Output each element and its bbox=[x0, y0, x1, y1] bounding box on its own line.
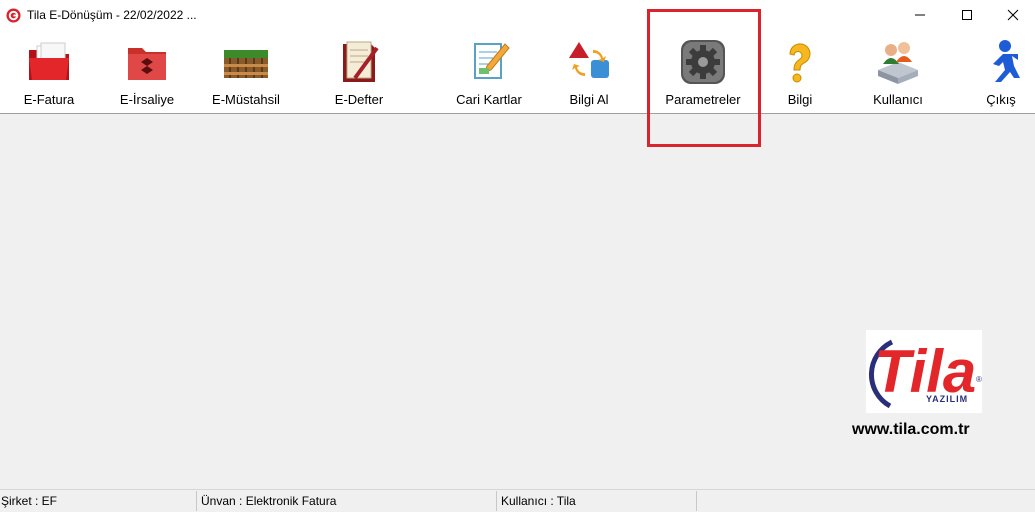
shapes-sync-icon bbox=[569, 42, 609, 78]
app-logo-icon bbox=[6, 8, 21, 23]
ledger-book-icon bbox=[343, 41, 379, 82]
red-folder-icon bbox=[29, 42, 69, 80]
toolbar-label: Çıkış bbox=[986, 92, 1016, 107]
toolbar-label: Kullanıcı bbox=[873, 92, 923, 107]
question-mark-icon bbox=[789, 43, 811, 83]
close-icon bbox=[1007, 9, 1019, 21]
maximize-icon bbox=[962, 10, 972, 20]
toolbar-label: E-Defter bbox=[334, 92, 384, 107]
logo-subtitle: YAZILIM bbox=[926, 394, 969, 404]
toolbar-button-e-defter[interactable]: E-Defter bbox=[304, 30, 414, 113]
toolbar-button-bilgi[interactable]: Bilgi bbox=[745, 30, 855, 113]
toolbar-label: E-İrsaliye bbox=[119, 92, 175, 107]
status-separator bbox=[696, 491, 697, 511]
toolbar-button-e-fatura[interactable]: E-Fatura bbox=[0, 30, 104, 113]
red-dropbox-folder-icon bbox=[128, 48, 166, 80]
status-bar: Şirket : EF Ünvan : Elektronik Fatura Ku… bbox=[0, 489, 1035, 512]
toolbar-button-cari-kartlar[interactable]: Cari Kartlar bbox=[434, 30, 544, 113]
highlight-box bbox=[647, 9, 761, 147]
status-company: Şirket : EF bbox=[1, 494, 58, 508]
running-man-icon bbox=[993, 40, 1020, 82]
main-toolbar: E-Fatura E-İrsaliye E-Müstahsil E-Defter bbox=[0, 30, 1035, 114]
farm-fence-icon bbox=[224, 50, 268, 78]
status-user: Kullanıcı : Tila bbox=[501, 494, 576, 508]
close-button[interactable] bbox=[990, 0, 1035, 30]
status-title: Ünvan : Elektronik Fatura bbox=[201, 494, 337, 508]
toolbar-label: Cari Kartlar bbox=[456, 92, 522, 107]
title-bar: Tila E-Dönüşüm - 22/02/2022 ... bbox=[0, 0, 1035, 30]
window-title: Tila E-Dönüşüm - 22/02/2022 ... bbox=[27, 8, 197, 22]
toolbar-button-bilgi-al[interactable]: Bilgi Al bbox=[534, 30, 644, 113]
website-link[interactable]: www.tila.com.tr bbox=[852, 421, 970, 439]
toolbar-button-cikis[interactable]: Çıkış bbox=[946, 30, 1035, 113]
toolbar-label: Bilgi bbox=[787, 92, 813, 107]
toolbar-label: E-Müstahsil bbox=[212, 92, 280, 107]
users-icon bbox=[878, 42, 918, 84]
toolbar-label: E-Fatura bbox=[23, 92, 75, 107]
status-separator bbox=[496, 491, 497, 511]
edit-document-icon bbox=[474, 43, 510, 79]
svg-text:®: ® bbox=[976, 375, 982, 384]
toolbar-button-e-irsaliye[interactable]: E-İrsaliye bbox=[92, 30, 202, 113]
tila-logo: Tila ® YAZILIM bbox=[866, 330, 982, 413]
toolbar-label: Bilgi Al bbox=[569, 92, 609, 107]
status-separator bbox=[196, 491, 197, 511]
maximize-button[interactable] bbox=[944, 0, 990, 30]
minimize-icon bbox=[915, 14, 925, 16]
toolbar-button-e-mustahsil[interactable]: E-Müstahsil bbox=[191, 30, 301, 113]
minimize-button[interactable] bbox=[897, 0, 943, 30]
toolbar-button-kullanici[interactable]: Kullanıcı bbox=[843, 30, 953, 113]
